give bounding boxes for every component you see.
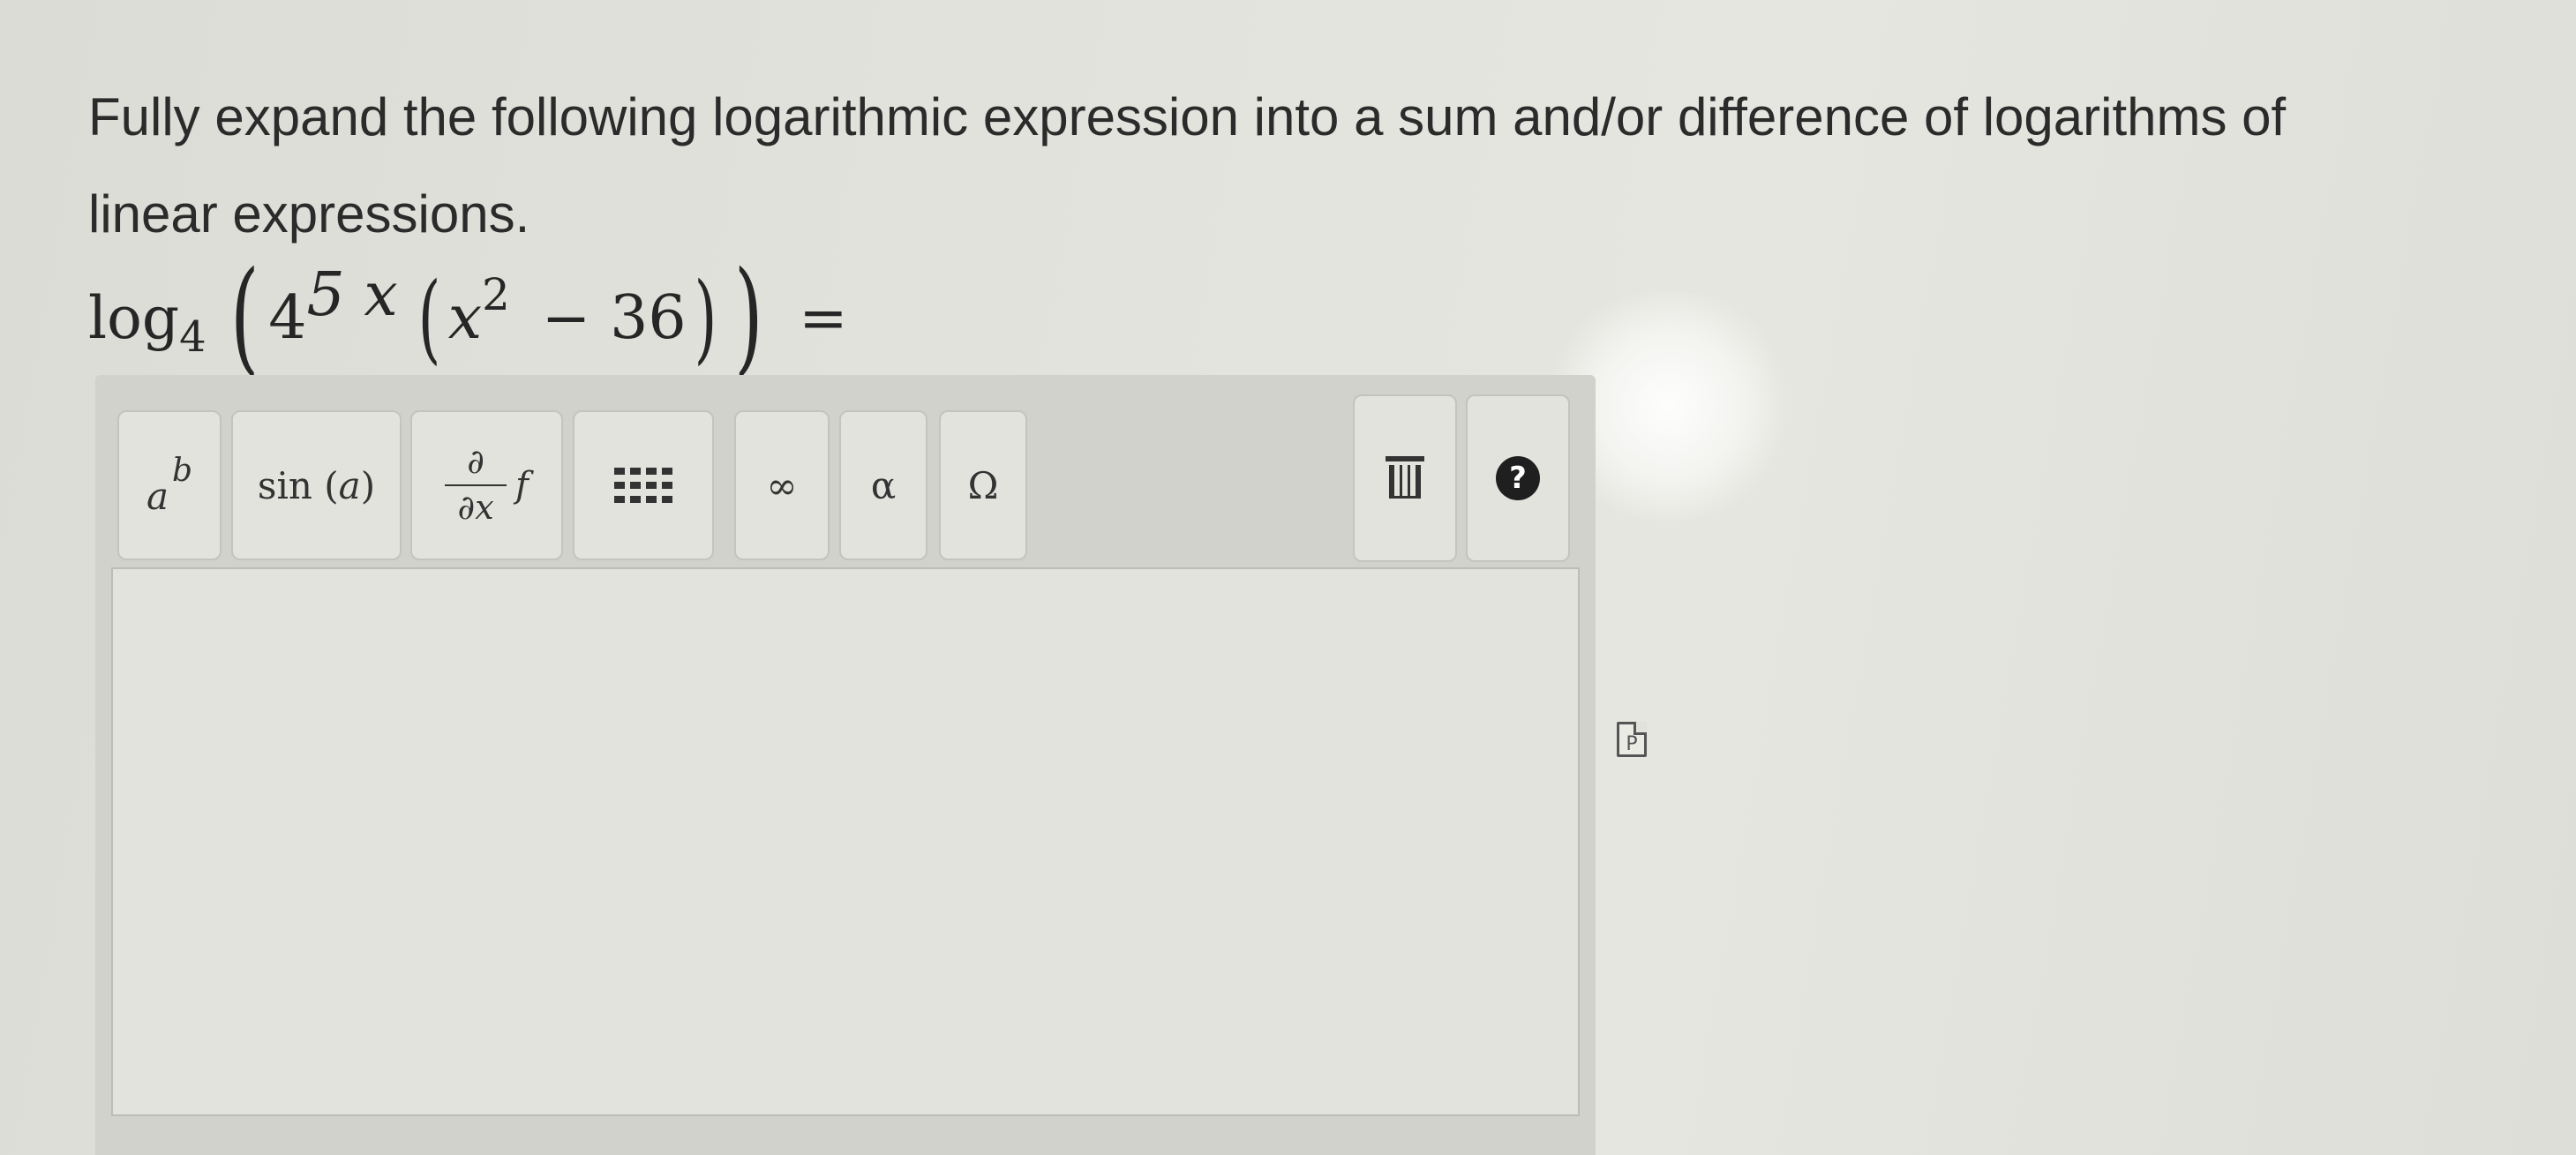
question-line-1: Fully expand the following logarithmic e… bbox=[88, 87, 2287, 146]
greek-uppercase-button[interactable]: Ω bbox=[939, 410, 1027, 560]
question-line-2: linear expressions. bbox=[88, 184, 530, 244]
answer-input[interactable] bbox=[111, 567, 1580, 1116]
help-icon: ? bbox=[1496, 456, 1540, 500]
constant-term: 36 bbox=[610, 282, 687, 353]
coefficient-exponent: 5 x bbox=[306, 259, 398, 330]
log-function: log bbox=[88, 283, 180, 352]
document-icon[interactable]: P bbox=[1617, 722, 1647, 757]
derivative-denominator: ∂x bbox=[457, 488, 494, 527]
trig-functions-button[interactable]: sin (a) bbox=[231, 410, 402, 560]
derivative-numerator: ∂ bbox=[467, 442, 484, 482]
equals-sign: = bbox=[799, 283, 848, 352]
minus-sign: − bbox=[541, 283, 591, 352]
power-button[interactable]: ab bbox=[117, 410, 222, 560]
log-base: 4 bbox=[179, 312, 207, 362]
fraction-bar bbox=[445, 484, 507, 486]
inner-close-paren: ) bbox=[694, 261, 717, 374]
math-editor: ab sin (a) ∂ ∂x f ∞ α Ω ? bbox=[95, 375, 1596, 1155]
omega-icon: Ω bbox=[967, 463, 999, 507]
alpha-icon: α bbox=[870, 463, 897, 507]
partial-derivative-icon: ∂ ∂x bbox=[445, 442, 507, 527]
trig-prefix: sin ( bbox=[257, 463, 339, 507]
outer-open-paren: ( bbox=[229, 245, 259, 389]
variable-exponent: 2 bbox=[482, 269, 510, 320]
infinity-icon: ∞ bbox=[766, 463, 798, 507]
inner-open-paren: ( bbox=[417, 261, 441, 374]
question-text: Fully expand the following logarithmic e… bbox=[88, 69, 2515, 263]
derivative-function: f bbox=[515, 465, 529, 506]
greek-lowercase-button[interactable]: α bbox=[839, 410, 928, 560]
help-button[interactable]: ? bbox=[1466, 394, 1570, 562]
clear-button[interactable] bbox=[1353, 394, 1457, 562]
trig-argument: a bbox=[338, 463, 361, 507]
outer-close-paren: ) bbox=[733, 245, 763, 389]
trig-suffix: ) bbox=[360, 463, 376, 507]
infinity-button[interactable]: ∞ bbox=[734, 410, 830, 560]
matrix-icon bbox=[614, 468, 672, 503]
variable: x bbox=[447, 282, 483, 353]
power-icon: ab bbox=[146, 453, 192, 518]
trash-icon bbox=[1386, 456, 1424, 500]
power-exponent: b bbox=[172, 452, 193, 489]
matrix-button[interactable] bbox=[573, 410, 714, 560]
calculus-button[interactable]: ∂ ∂x f bbox=[410, 410, 563, 560]
power-base: a bbox=[146, 474, 169, 518]
log-expression: log 4 ( 4 5 x ( x 2 − 36 ) ) = bbox=[88, 256, 848, 379]
coefficient-base: 4 bbox=[268, 282, 307, 353]
